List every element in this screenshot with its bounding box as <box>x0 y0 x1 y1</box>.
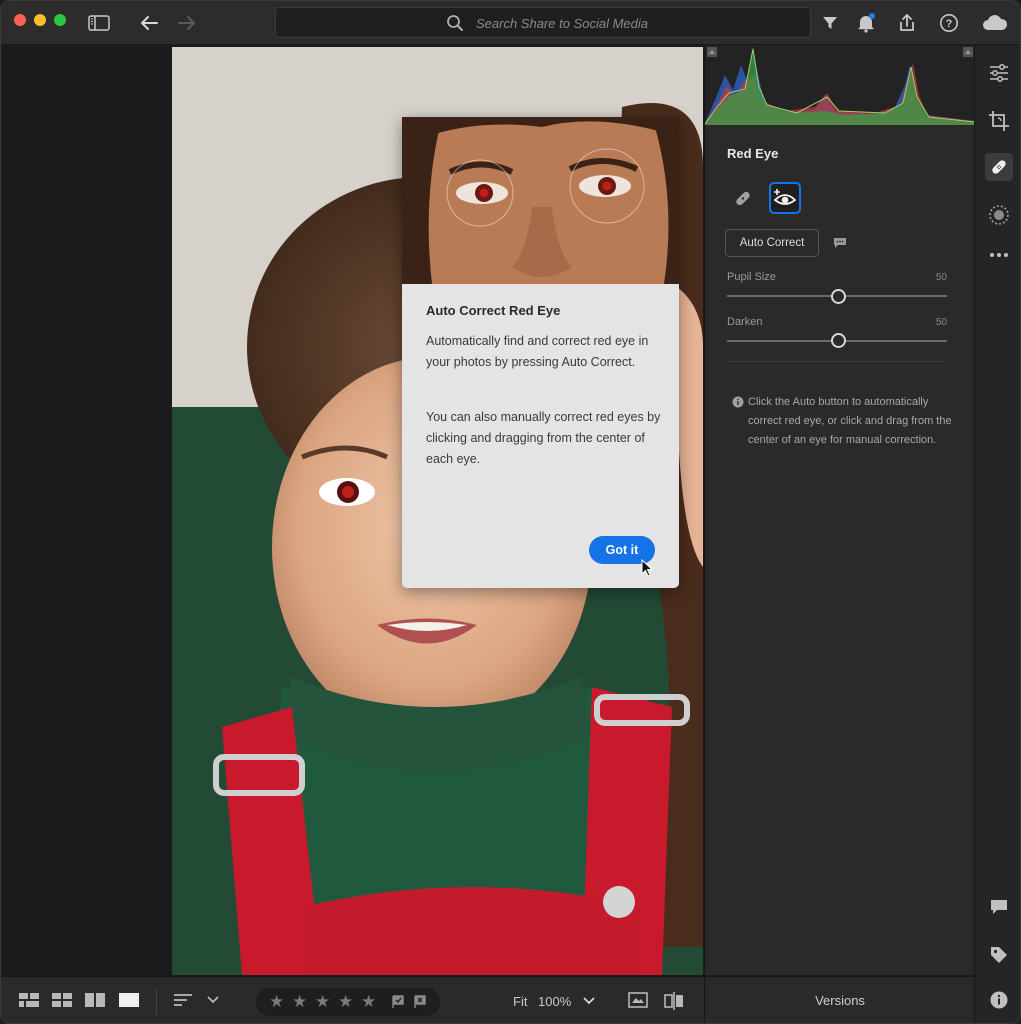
search-input[interactable]: Search Share to Social Media <box>275 7 811 38</box>
zoom-chevron-down-icon[interactable] <box>583 997 595 1005</box>
star-5-icon[interactable]: ★ <box>361 992 376 1012</box>
histogram <box>704 45 976 125</box>
red-eye-tool-button[interactable] <box>769 182 801 214</box>
star-1-icon[interactable]: ★ <box>269 992 284 1012</box>
sort-icon[interactable] <box>173 992 193 1008</box>
versions-bar[interactable]: Versions <box>704 976 974 1023</box>
dialog-illustration <box>402 117 679 284</box>
forward-arrow-icon[interactable] <box>175 11 199 35</box>
crop-icon[interactable] <box>985 107 1013 135</box>
minimize-window-button[interactable] <box>34 14 46 26</box>
title-bar: Search Share to Social Media ? <box>1 1 1020 45</box>
close-window-button[interactable] <box>14 14 26 26</box>
bottom-toolbar: ★ ★ ★ ★ ★ Fit 100% <box>1 976 704 1023</box>
back-arrow-icon[interactable] <box>137 11 161 35</box>
comment-icon[interactable] <box>985 893 1013 921</box>
chevron-down-icon[interactable] <box>207 996 219 1004</box>
tag-icon[interactable] <box>985 941 1013 969</box>
fit-zoom-option[interactable]: Fit <box>513 994 527 1009</box>
zoom-level[interactable]: 100% <box>538 994 571 1009</box>
edit-panel: Red Eye Auto Correct Pupil Size 50 Darke… <box>704 45 976 975</box>
zoom-window-button[interactable] <box>54 14 66 26</box>
mask-icon[interactable] <box>985 201 1013 229</box>
pupil-size-slider-thumb[interactable] <box>831 289 846 304</box>
grid-view-icon[interactable] <box>52 992 72 1008</box>
app-window: Search Share to Social Media ? Auto Corr… <box>0 0 1021 1024</box>
notification-bell-icon[interactable] <box>854 11 878 35</box>
star-3-icon[interactable]: ★ <box>315 992 330 1012</box>
feedback-icon[interactable] <box>833 237 847 249</box>
square-grid-view-icon[interactable] <box>19 992 39 1008</box>
auto-correct-red-eye-dialog: Auto Correct Red Eye Automatically find … <box>402 117 679 588</box>
star-4-icon[interactable]: ★ <box>338 992 353 1012</box>
darken-label: Darken <box>727 316 763 328</box>
toolbar-divider <box>156 989 157 1015</box>
red-eye-icon <box>773 189 797 205</box>
shadow-clipping-icon[interactable] <box>707 47 717 57</box>
flag-reject-icon[interactable] <box>413 995 427 1009</box>
bandage-icon <box>736 191 750 206</box>
highlight-clipping-icon[interactable] <box>963 47 973 57</box>
edit-sliders-icon[interactable] <box>985 59 1013 87</box>
rating-flag-group: ★ ★ ★ ★ ★ <box>256 988 440 1016</box>
healing-icon[interactable] <box>985 153 1013 181</box>
more-icon[interactable] <box>985 241 1013 269</box>
panel-title: Red Eye <box>727 146 779 161</box>
pupil-size-value[interactable]: 50 <box>936 272 947 283</box>
auto-correct-button[interactable]: Auto Correct <box>725 229 819 257</box>
darken-slider-thumb[interactable] <box>831 333 846 348</box>
dialog-title: Auto Correct Red Eye <box>426 303 561 318</box>
search-icon <box>446 14 464 37</box>
info-icon <box>732 396 744 408</box>
dialog-paragraph-manual: You can also manually correct red eyes b… <box>426 410 661 466</box>
star-2-icon[interactable]: ★ <box>292 992 307 1012</box>
pupil-size-label: Pupil Size <box>727 271 776 283</box>
heal-tool-button[interactable] <box>727 182 759 214</box>
info-panel-icon[interactable] <box>985 986 1013 1014</box>
split-compare-icon[interactable] <box>664 992 684 1010</box>
compare-view-icon[interactable] <box>85 992 105 1008</box>
help-icon[interactable]: ? <box>937 11 961 35</box>
search-placeholder: Search Share to Social Media <box>476 16 648 31</box>
tool-rail <box>974 45 1020 1023</box>
sidebar-toggle-icon[interactable] <box>87 11 111 35</box>
share-icon[interactable] <box>895 11 919 35</box>
left-empty-area <box>1 45 172 975</box>
versions-label: Versions <box>815 993 865 1008</box>
detail-view-icon[interactable] <box>119 992 139 1008</box>
panel-divider <box>727 361 947 362</box>
flag-pick-icon[interactable] <box>391 995 405 1009</box>
info-text: Click the Auto button to automatically c… <box>748 396 952 446</box>
before-after-icon[interactable] <box>628 992 648 1008</box>
dialog-paragraph-auto: Automatically find and correct red eye i… <box>426 334 649 369</box>
darken-value[interactable]: 50 <box>936 317 947 328</box>
mouse-cursor-icon <box>641 559 653 577</box>
filter-icon[interactable] <box>818 11 842 35</box>
svg-text:?: ? <box>946 18 953 30</box>
cloud-icon[interactable] <box>981 11 1009 35</box>
